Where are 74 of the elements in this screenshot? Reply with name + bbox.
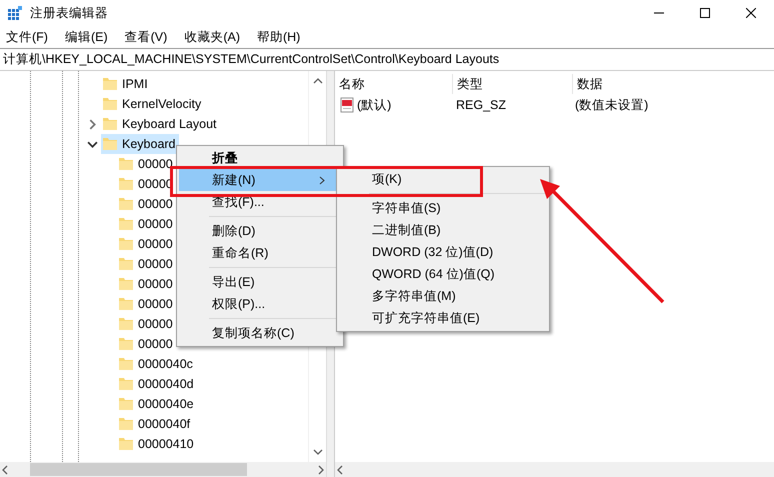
folder-icon	[102, 96, 118, 112]
tree-item[interactable]: 0000040f	[117, 414, 194, 434]
menu-item[interactable]: 复制项名称(C)	[179, 322, 341, 344]
menu-item[interactable]: 字符串值(S)	[339, 197, 547, 219]
folder-icon	[102, 136, 118, 152]
tree-item[interactable]: 00000	[117, 214, 176, 234]
chevron-down-icon[interactable]	[312, 447, 322, 457]
tree-item[interactable]: 0000040e	[117, 394, 197, 414]
folder-icon	[118, 256, 134, 272]
folder-icon	[118, 296, 134, 312]
scrollbar-thumb[interactable]	[30, 463, 247, 476]
menu-item[interactable]: 多字符串值(M)	[339, 285, 547, 307]
column-header[interactable]: 名称	[335, 74, 453, 94]
document-icon	[339, 97, 355, 113]
menu-item[interactable]: 查看(V)	[120, 26, 172, 48]
address-bar[interactable]: 计算机\HKEY_LOCAL_MACHINE\SYSTEM\CurrentControlSet\Control\Keyboard Layouts	[0, 48, 774, 71]
menu-item[interactable]: 折叠	[179, 147, 341, 169]
tree-item[interactable]: 00000410	[117, 434, 197, 454]
folder-icon	[118, 176, 134, 192]
chevron-right-icon[interactable]	[86, 118, 98, 130]
folder-icon	[118, 396, 134, 412]
tree-item[interactable]: 00000	[117, 334, 176, 354]
menu-item[interactable]: 收藏夹(A)	[179, 26, 245, 48]
horizontal-scrollbar[interactable]	[0, 462, 326, 477]
tree-item[interactable]: 00000	[117, 314, 176, 334]
folder-icon	[118, 216, 134, 232]
menu-item[interactable]: DWORD (32 位)值(D)	[339, 241, 547, 263]
folder-icon	[118, 416, 134, 432]
close-icon	[746, 8, 756, 18]
window-title: 注册表编辑器	[30, 4, 108, 22]
menu-item[interactable]: 编辑(E)	[60, 26, 113, 48]
horizontal-scrollbar[interactable]	[335, 462, 774, 477]
folder-icon	[118, 336, 134, 352]
menu-item[interactable]: 项(K)	[339, 168, 547, 190]
folder-icon	[118, 156, 134, 172]
table-cell-text: (数值未设置)	[574, 96, 650, 114]
folder-icon	[118, 316, 134, 332]
menu-item[interactable]: 帮助(H)	[252, 26, 306, 48]
tree-item[interactable]: 00000	[117, 254, 176, 274]
chevron-left-icon[interactable]	[335, 464, 345, 474]
tree-item[interactable]: Keyboard	[101, 134, 179, 154]
tree-item[interactable]: 00000	[117, 194, 176, 214]
tree-item[interactable]: IPMI	[101, 74, 151, 94]
chevron-up-icon[interactable]	[312, 76, 322, 86]
column-header[interactable]: 类型	[453, 74, 573, 94]
menu-item[interactable]: 二进制值(B)	[339, 219, 547, 241]
folder-icon	[118, 236, 134, 252]
tree-item[interactable]: 00000	[117, 234, 176, 254]
maximize-icon	[700, 8, 710, 18]
table-cell-text: REG_SZ	[455, 98, 508, 112]
cube-grid-icon	[8, 6, 22, 20]
chevron-down-icon[interactable]	[86, 138, 98, 150]
tree-item[interactable]: KernelVelocity	[101, 94, 204, 114]
folder-icon	[102, 76, 118, 92]
tree-item[interactable]: 00000	[117, 274, 176, 294]
tree-item[interactable]: 0000040d	[117, 374, 197, 394]
table-cell: (默认)	[357, 96, 392, 114]
folder-icon	[118, 356, 134, 372]
folder-icon	[118, 196, 134, 212]
menu-item[interactable]: QWORD (64 位)值(Q)	[339, 263, 547, 285]
chevron-left-icon[interactable]	[0, 464, 10, 474]
tree-item[interactable]: 00000	[117, 154, 176, 174]
folder-icon	[118, 376, 134, 392]
tree-item[interactable]: Keyboard Layout	[101, 114, 220, 134]
menu-item[interactable]: 文件(F)	[1, 26, 53, 48]
folder-icon	[102, 116, 118, 132]
column-header[interactable]: 数据	[573, 74, 697, 94]
tree-item[interactable]: 0000040c	[117, 354, 196, 374]
chevron-right-icon[interactable]	[316, 464, 326, 474]
folder-icon	[118, 276, 134, 292]
chevron-right-icon	[319, 176, 325, 184]
menu-item[interactable]: 可扩充字符串值(E)	[339, 307, 547, 329]
tree-item[interactable]: 00000	[117, 294, 176, 314]
folder-icon	[118, 436, 134, 452]
